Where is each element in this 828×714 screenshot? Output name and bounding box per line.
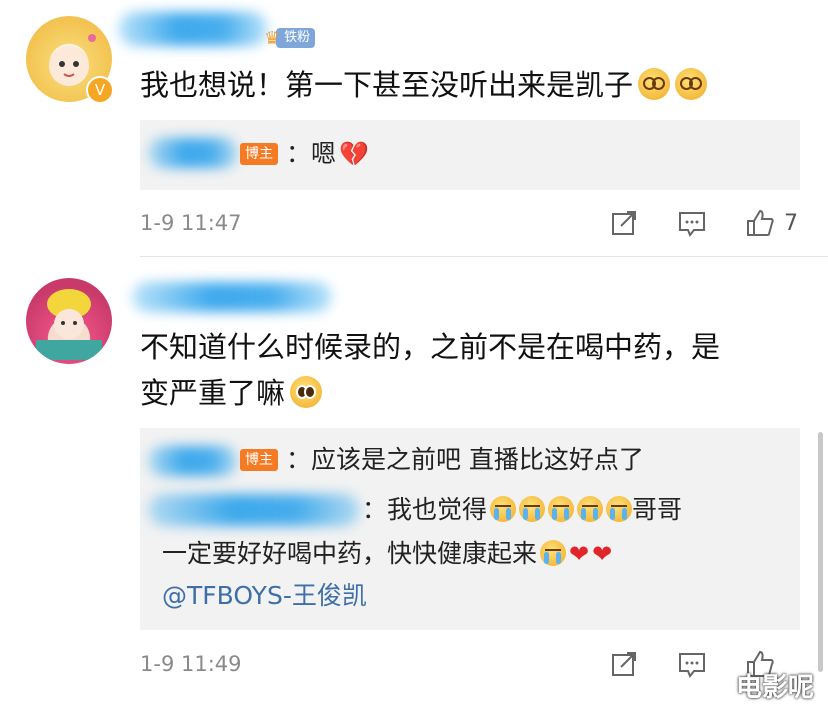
heart-icon: ❤ bbox=[592, 540, 613, 568]
crown-icon: ♛ bbox=[264, 27, 281, 49]
crying-face-emoji-icon bbox=[577, 496, 604, 522]
timestamp: 1-9 11:47 bbox=[140, 211, 242, 235]
reply-line: 博主 ：应该是之前吧 直播比这好点了 bbox=[236, 442, 644, 478]
reply-username-blurred[interactable] bbox=[148, 494, 360, 526]
heart-icon: ❤ bbox=[569, 540, 590, 568]
comment-icon[interactable] bbox=[676, 207, 708, 239]
reply-box[interactable]: 博主 ：应该是之前吧 直播比这好点了 ：我也觉得 哥哥 一定要好好喝中药，快快健康… bbox=[140, 428, 800, 630]
divider bbox=[140, 256, 828, 257]
username-blurred[interactable] bbox=[132, 282, 332, 312]
dizzy-face-emoji-icon bbox=[675, 68, 708, 100]
comment-meta: 1-9 11:49 bbox=[0, 646, 828, 686]
comment-text: 我也想说！第一下甚至没听出来是凯子 bbox=[140, 62, 708, 108]
verified-icon: V bbox=[86, 76, 114, 104]
crying-face-emoji-icon bbox=[519, 496, 546, 522]
crying-face-emoji-icon bbox=[490, 496, 517, 522]
avatar-illustration bbox=[36, 289, 102, 360]
share-icon[interactable] bbox=[608, 207, 640, 239]
host-badge: 博主 bbox=[240, 449, 278, 471]
reply-username-blurred[interactable] bbox=[148, 138, 238, 168]
reply-box[interactable]: 博主 ：嗯 💔 bbox=[140, 120, 800, 190]
reply-line: 博主 ：嗯 💔 bbox=[236, 136, 369, 172]
comment-icon[interactable] bbox=[676, 648, 708, 680]
comment-1: V ♛ 铁粉 我也想说！第一下甚至没听出来是凯子 博主 ：嗯 💔 1-9 11:4… bbox=[0, 0, 828, 250]
fan-badge: ♛ 铁粉 bbox=[264, 27, 316, 49]
comment-2: 不知道什么时候录的，之前不是在喝中药，是 变严重了嘛 博主 ：应该是之前吧 直播… bbox=[0, 262, 828, 714]
watermark: 电影呢 bbox=[735, 673, 814, 703]
dizzy-face-emoji-icon bbox=[638, 68, 671, 100]
scrollbar[interactable] bbox=[818, 432, 823, 672]
like-count: 7 bbox=[784, 211, 798, 236]
comment-meta: 1-9 11:47 7 bbox=[0, 205, 828, 245]
like-icon[interactable] bbox=[744, 207, 776, 239]
crying-face-emoji-icon bbox=[606, 496, 633, 522]
crying-face-emoji-icon bbox=[540, 540, 567, 566]
mention-link[interactable]: @TFBOYS-王俊凯 bbox=[162, 578, 367, 614]
crying-face-emoji-icon bbox=[548, 496, 575, 522]
reply-line: ：我也觉得 哥哥 bbox=[362, 495, 683, 524]
comment-text: 不知道什么时候录的，之前不是在喝中药，是 变严重了嘛 bbox=[140, 330, 721, 410]
reply-username-blurred[interactable] bbox=[148, 446, 238, 476]
share-icon[interactable] bbox=[608, 648, 640, 680]
timestamp: 1-9 11:49 bbox=[140, 652, 242, 676]
broken-heart-icon: 💔 bbox=[338, 140, 369, 168]
avatar[interactable] bbox=[26, 278, 112, 364]
host-badge: 博主 bbox=[240, 143, 278, 165]
username-blurred[interactable] bbox=[118, 12, 268, 46]
reply-line: 一定要好好喝中药，快快健康起来 ❤ ❤ bbox=[162, 539, 613, 568]
pleading-face-emoji-icon bbox=[290, 376, 323, 408]
